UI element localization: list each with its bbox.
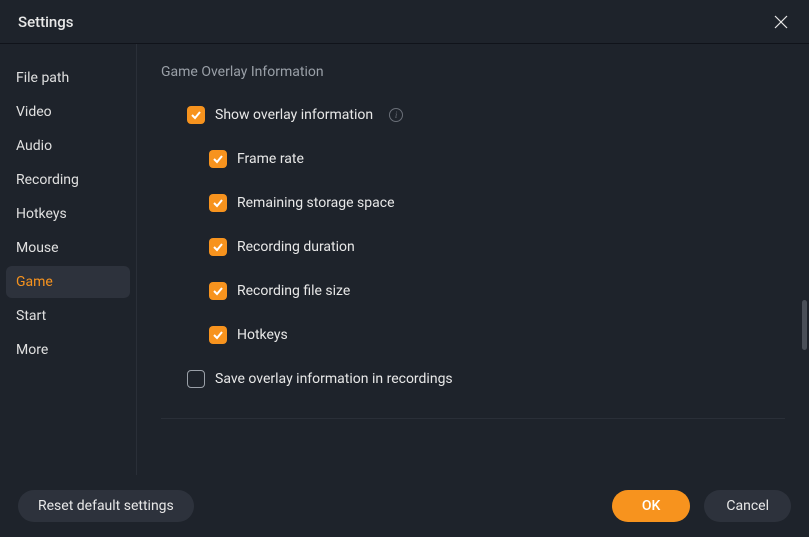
checkbox-hotkeys[interactable] [209,326,227,344]
sidebar-item-more[interactable]: More [6,334,130,366]
label-recording-file-size: Recording file size [237,283,350,299]
label-remaining-storage: Remaining storage space [237,195,395,211]
check-icon [212,285,224,297]
close-button[interactable] [771,12,791,32]
sidebar-item-audio[interactable]: Audio [6,130,130,162]
titlebar: Settings [0,0,809,44]
body: File path Video Audio Recording Hotkeys … [0,44,809,475]
checkbox-remaining-storage[interactable] [209,194,227,212]
sidebar: File path Video Audio Recording Hotkeys … [0,44,137,475]
window-title: Settings [18,13,74,31]
option-hotkeys: Hotkeys [161,326,785,344]
checkbox-frame-rate[interactable] [209,150,227,168]
label-hotkeys: Hotkeys [237,327,288,343]
check-icon [212,153,224,165]
sidebar-item-mouse[interactable]: Mouse [6,232,130,264]
info-icon[interactable]: i [389,108,403,122]
content-panel: Game Overlay Information Show overlay in… [137,44,809,475]
option-frame-rate: Frame rate [161,150,785,168]
sidebar-item-start[interactable]: Start [6,300,130,332]
sidebar-item-game[interactable]: Game [6,266,130,298]
settings-window: Settings File path Video Audio Recording… [0,0,809,537]
close-icon [773,14,789,30]
sidebar-item-recording[interactable]: Recording [6,164,130,196]
option-remaining-storage: Remaining storage space [161,194,785,212]
checkbox-show-overlay[interactable] [187,106,205,124]
checkbox-recording-duration[interactable] [209,238,227,256]
label-save-overlay: Save overlay information in recordings [215,371,453,387]
check-icon [212,329,224,341]
check-icon [190,109,202,121]
label-frame-rate: Frame rate [237,151,304,167]
scrollbar[interactable] [802,300,807,350]
reset-default-button[interactable]: Reset default settings [18,490,194,522]
footer: Reset default settings OK Cancel [0,475,809,537]
checkbox-recording-file-size[interactable] [209,282,227,300]
ok-button[interactable]: OK [612,490,691,522]
check-icon [212,241,224,253]
section-title: Game Overlay Information [161,64,785,80]
cancel-button[interactable]: Cancel [704,490,791,522]
check-icon [212,197,224,209]
sidebar-item-file-path[interactable]: File path [6,62,130,94]
checkbox-save-overlay[interactable] [187,370,205,388]
option-recording-duration: Recording duration [161,238,785,256]
label-recording-duration: Recording duration [237,239,355,255]
option-save-overlay: Save overlay information in recordings [161,370,785,388]
divider [161,418,785,419]
sidebar-item-video[interactable]: Video [6,96,130,128]
footer-button-group: OK Cancel [612,490,791,522]
option-show-overlay: Show overlay information i [161,106,785,124]
label-show-overlay: Show overlay information [215,107,373,123]
sidebar-item-hotkeys[interactable]: Hotkeys [6,198,130,230]
option-recording-file-size: Recording file size [161,282,785,300]
